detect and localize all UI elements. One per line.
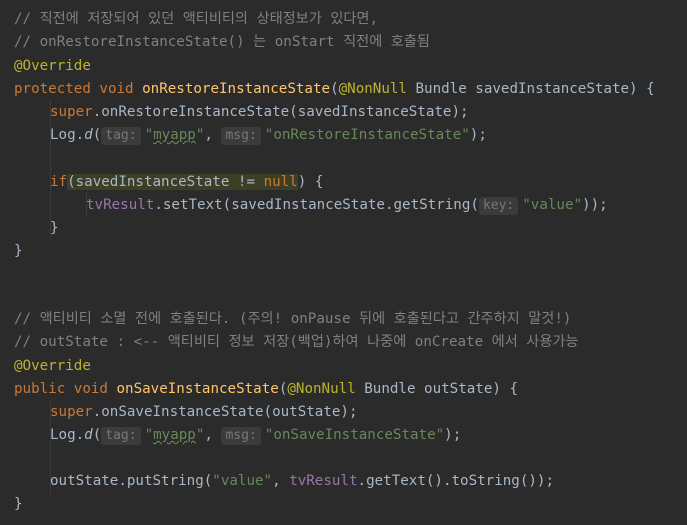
log-d-method: d [84,127,93,143]
close-paren-semicolon: ); [444,427,462,443]
comment-line: // onRestoreInstanceState() 는 onStart 직전… [14,34,430,50]
log-d-method: d [84,427,93,443]
if-line: if(savedInstanceState != null) { [50,171,323,194]
if-keyword: if [50,174,68,190]
putstring-open: outState.putString( [50,473,213,489]
comma: , [204,127,222,143]
key-param-hint: key: [478,197,519,215]
log-class: Log. [50,127,85,143]
comma: , [204,427,222,443]
comment-line: // 직전에 저장되어 있던 액티비티의 상태정보가 있다면, [14,11,379,27]
override-annotation: @Override [14,58,91,74]
close-double: )); [582,197,608,213]
tvresult-field: tvResult [86,197,155,213]
close-brace-method: } [14,243,23,259]
restore-method-name: onRestoreInstanceState [142,81,331,97]
settext-call: .setText(savedInstanceState.getString( [154,197,479,213]
value-string: "value" [212,473,273,489]
code-editor[interactable]: // 직전에 저장되어 있던 액티비티의 상태정보가 있다면, // onRes… [0,0,687,525]
value-string: "value" [522,197,583,213]
super-keyword: super [50,104,93,120]
close-brace-method: } [14,496,23,512]
protected-keyword: protected [14,81,91,97]
comma: , [272,473,290,489]
settext-line: tvResult.setText(savedInstanceState.getS… [86,194,608,217]
tag-param-hint: tag: [101,127,141,145]
nonnull-annotation: @NonNull [287,381,356,397]
super-keyword: super [50,404,93,420]
comment-line: // 액티비티 소멸 전에 호출된다. (주의! onPause 뒤에 호출된다… [14,311,572,327]
msg-param-hint: msg: [221,427,261,445]
log-save-line: Log.d(tag: "myapp", msg: "onSaveInstanceSt… [50,427,462,445]
close-brace-if: } [50,220,59,236]
tag-param-hint: tag: [101,427,141,445]
method-signature-save: public void onSaveInstanceState(@NonNull… [14,381,518,397]
null-keyword: null [263,174,298,190]
restore-msg-string: "onRestoreInstanceState" [264,127,470,143]
public-keyword: public [14,381,66,397]
if-variable: savedInstanceState != [75,174,264,190]
save-params: Bundle outState) { [355,381,518,397]
log-class: Log. [50,427,85,443]
if-open-paren: ( [67,174,76,190]
super-save-call: .onSaveInstanceState(outState); [92,404,358,420]
if-close: ) { [297,174,324,190]
putstring-line: outState.putString("value", tvResult.get… [50,470,554,493]
msg-param-hint: msg: [221,127,261,145]
method-signature-restore: protected void onRestoreInstanceState(@N… [14,81,655,97]
comment-line: // outState : <-- 액티비티 정보 저장(백업)하여 나중에 o… [14,334,579,350]
void-keyword: void [99,81,134,97]
override-annotation: @Override [14,358,91,374]
super-save-line: super.onSaveInstanceState(outState); [50,401,358,424]
nonnull-annotation: @NonNull [338,81,407,97]
save-method-name: onSaveInstanceState [116,381,279,397]
super-restore-line: super.onRestoreInstanceState(savedInstan… [50,101,469,124]
close-paren-semicolon: ); [469,127,487,143]
myapp-string: "myapp" [144,427,205,443]
myapp-string: "myapp" [144,127,205,143]
void-keyword: void [73,381,108,397]
super-restore-call: .onRestoreInstanceState(savedInstanceSta… [92,104,469,120]
tvresult-field: tvResult [289,473,358,489]
save-msg-string: "onSaveInstanceState" [264,427,445,443]
log-restore-line: Log.d(tag: "myapp", msg: "onRestoreInstanc… [50,127,487,145]
if-condition-highlight: (savedInstanceState != null [67,174,298,190]
restore-params: Bundle savedInstanceState) { [406,81,655,97]
tvresult-call: .getText().toString()); [357,473,554,489]
